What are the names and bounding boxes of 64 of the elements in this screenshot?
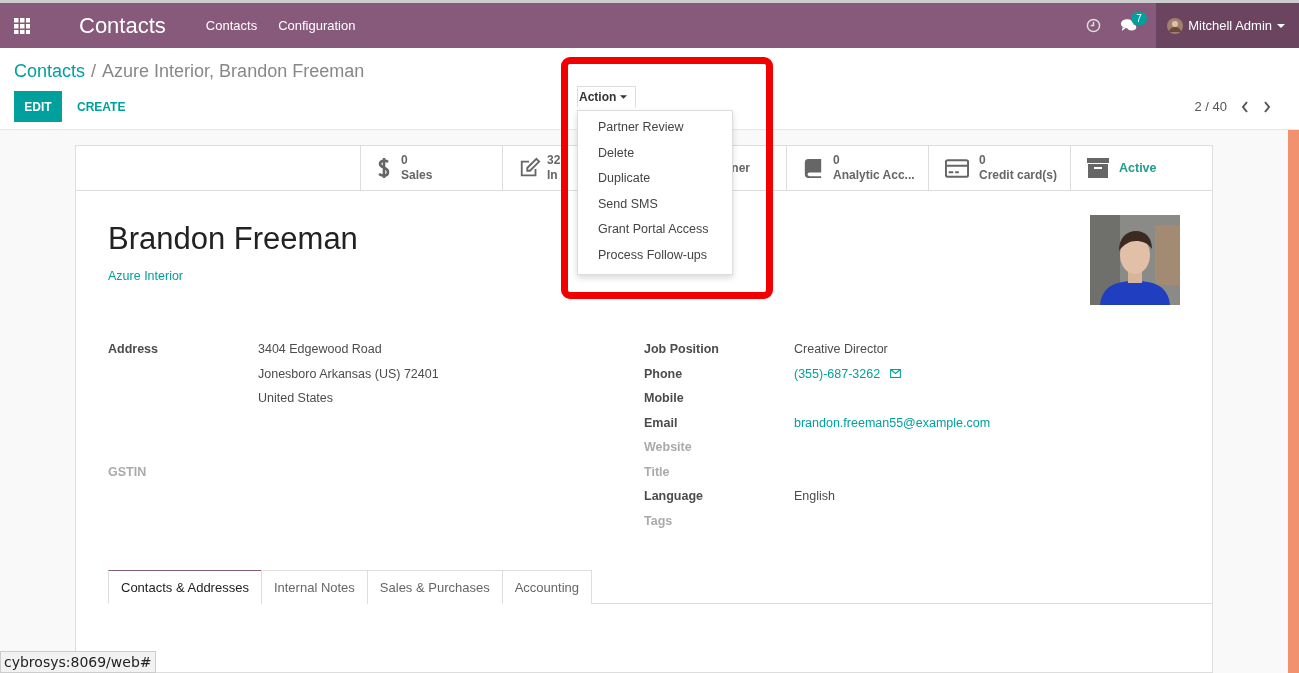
edit-icon	[519, 157, 541, 179]
field-value: Creative Director	[794, 341, 889, 358]
avatar-icon	[1167, 17, 1184, 34]
menu-item[interactable]: Partner Review	[578, 115, 732, 141]
menu-item[interactable]: Send SMS	[578, 191, 732, 217]
notebook-tab[interactable]: Contacts & Addresses	[108, 570, 262, 604]
field-label: Website	[644, 439, 693, 456]
menu-item[interactable]: Process Follow-ups	[578, 242, 732, 268]
next-icon[interactable]	[1263, 100, 1271, 113]
contact-name: Brandon Freeman	[108, 221, 358, 257]
action-dropdown[interactable]: Action	[577, 86, 637, 108]
pager-counter: 2 / 40	[1194, 99, 1227, 114]
field-label: Email	[644, 414, 679, 432]
address-line: United States	[258, 390, 335, 407]
clock-icon[interactable]	[1086, 18, 1102, 33]
nav-menu-item[interactable]: Contacts	[205, 18, 258, 33]
notebook-tab[interactable]: Accounting	[501, 570, 592, 604]
stat-label: Active	[1119, 160, 1157, 176]
address-line: 3404 Edgewood Road	[258, 341, 383, 358]
company-link[interactable]: Azure Interior	[108, 269, 184, 283]
field-label: GSTIN	[108, 463, 148, 481]
notebook-tab[interactable]: Internal Notes	[260, 570, 368, 604]
create-button[interactable]: CREATE	[69, 99, 134, 114]
status-url: cybrosys:8069/web#	[0, 651, 156, 673]
menu-item[interactable]: Grant Portal Access	[578, 217, 732, 243]
dollar-icon	[377, 156, 391, 180]
breadcrumb-link[interactable]: Contacts	[14, 61, 86, 87]
field-label: Phone	[644, 365, 684, 383]
field-label: Address	[108, 341, 160, 358]
field-value: English	[794, 488, 836, 505]
menu-item[interactable]: Duplicate	[578, 166, 732, 192]
stat-value: 0	[401, 153, 409, 168]
archive-icon	[1087, 158, 1109, 178]
credit-card-icon	[945, 158, 969, 178]
breadcrumb-current: Azure Interior, Brandon Freeman	[102, 61, 365, 83]
field-label: Job Position	[644, 341, 720, 358]
field-label: Title	[644, 463, 671, 481]
stat-label: Credit card(s)	[979, 168, 1058, 183]
envelope-icon[interactable]	[890, 369, 902, 379]
notebook-tab[interactable]: Sales & Purchases	[366, 570, 503, 604]
edit-button[interactable]: EDIT	[14, 91, 62, 122]
book-icon	[803, 158, 823, 178]
phone-link[interactable]: (355)-687-3262	[794, 361, 881, 386]
field-label: Tags	[644, 512, 674, 530]
field-label: Language	[644, 488, 705, 505]
stat-value: 32	[547, 153, 561, 168]
message-count-badge: 7	[1131, 12, 1147, 25]
caret-icon	[620, 95, 628, 99]
nav-menu-item[interactable]: Configuration	[278, 18, 356, 33]
stat-label: In	[547, 168, 559, 183]
breadcrumb-separator: /	[91, 61, 97, 83]
stat-label: Analytic Acc...	[833, 168, 915, 183]
user-menu[interactable]: Mitchell Admin	[1156, 3, 1299, 48]
app-title: Contacts	[79, 12, 166, 39]
stat-label: Sales	[401, 168, 433, 183]
apps-menu-icon[interactable]	[14, 17, 30, 34]
address-line: Jonesboro Arkansas (US) 72401	[258, 365, 440, 383]
menu-item[interactable]: Delete	[578, 140, 732, 166]
stat-value: 0	[979, 153, 987, 168]
field-label: Mobile	[644, 390, 685, 407]
caret-icon	[1277, 23, 1285, 28]
stat-value: 0	[833, 153, 841, 168]
email-link[interactable]: brandon.freeman55@example.com	[794, 410, 1180, 435]
previous-icon[interactable]	[1241, 100, 1249, 113]
